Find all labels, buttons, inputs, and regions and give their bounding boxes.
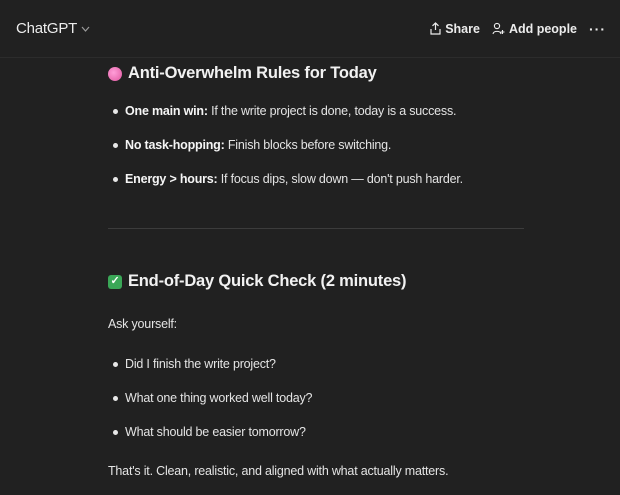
top-bar: ChatGPT Share Add people ··· — [0, 0, 620, 58]
add-people-label: Add people — [508, 21, 577, 36]
section-heading-text: Anti-Overwhelm Rules for Today — [128, 64, 377, 82]
questions-list: Did I finish the write project? What one… — [108, 355, 312, 457]
share-icon — [430, 22, 441, 35]
share-button[interactable]: Share — [430, 22, 480, 36]
list-item-label: No task-hopping: — [125, 138, 225, 152]
check-mark-button-icon: ✓ — [108, 274, 122, 289]
top-actions: Share Add people ··· — [430, 21, 606, 37]
section-heading-text: End-of-Day Quick Check (2 minutes) — [128, 272, 407, 290]
chevron-down-icon — [81, 24, 90, 35]
brain-icon — [108, 66, 122, 81]
add-people-button[interactable]: Add people — [492, 22, 577, 36]
model-selector-label: ChatGPT — [16, 20, 78, 37]
list-item-label: One main win: — [125, 104, 208, 118]
add-person-icon — [492, 22, 505, 35]
section-heading-quick-check: ✓ End-of-Day Quick Check (2 minutes) — [108, 272, 407, 291]
divider — [108, 228, 524, 229]
list-item: One main win: If the write project is do… — [108, 102, 463, 136]
share-label: Share — [445, 21, 480, 36]
list-item: What should be easier tomorrow? — [108, 423, 312, 457]
list-item-label: Energy > hours: — [125, 172, 218, 186]
section-heading-anti-overwhelm: Anti-Overwhelm Rules for Today — [108, 64, 377, 83]
closing-text: That's it. Clean, realistic, and aligned… — [108, 464, 449, 478]
list-item: Did I finish the write project? — [108, 355, 312, 389]
list-item: Energy > hours: If focus dips, slow down… — [108, 170, 463, 204]
list-item-text: Finish blocks before switching. — [224, 138, 392, 152]
list-item: What one thing worked well today? — [108, 389, 312, 423]
intro-text: Ask yourself: — [108, 317, 177, 331]
list-item: No task-hopping: Finish blocks before sw… — [108, 136, 463, 170]
model-selector[interactable]: ChatGPT — [16, 20, 90, 37]
list-item-text: If the write project is done, today is a… — [207, 104, 457, 118]
more-options-icon[interactable]: ··· — [589, 21, 606, 37]
list-item-text: If focus dips, slow down — don't push ha… — [217, 172, 463, 186]
rules-list: One main win: If the write project is do… — [108, 102, 463, 204]
